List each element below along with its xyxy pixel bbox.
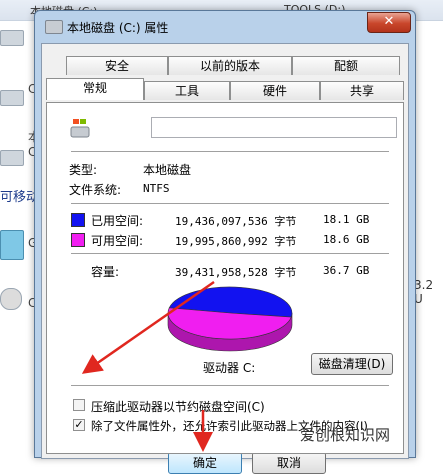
annotation-layer (81, 280, 215, 452)
annotation-arrow (81, 280, 215, 374)
watermark: 爱创根知识网 (300, 426, 391, 444)
